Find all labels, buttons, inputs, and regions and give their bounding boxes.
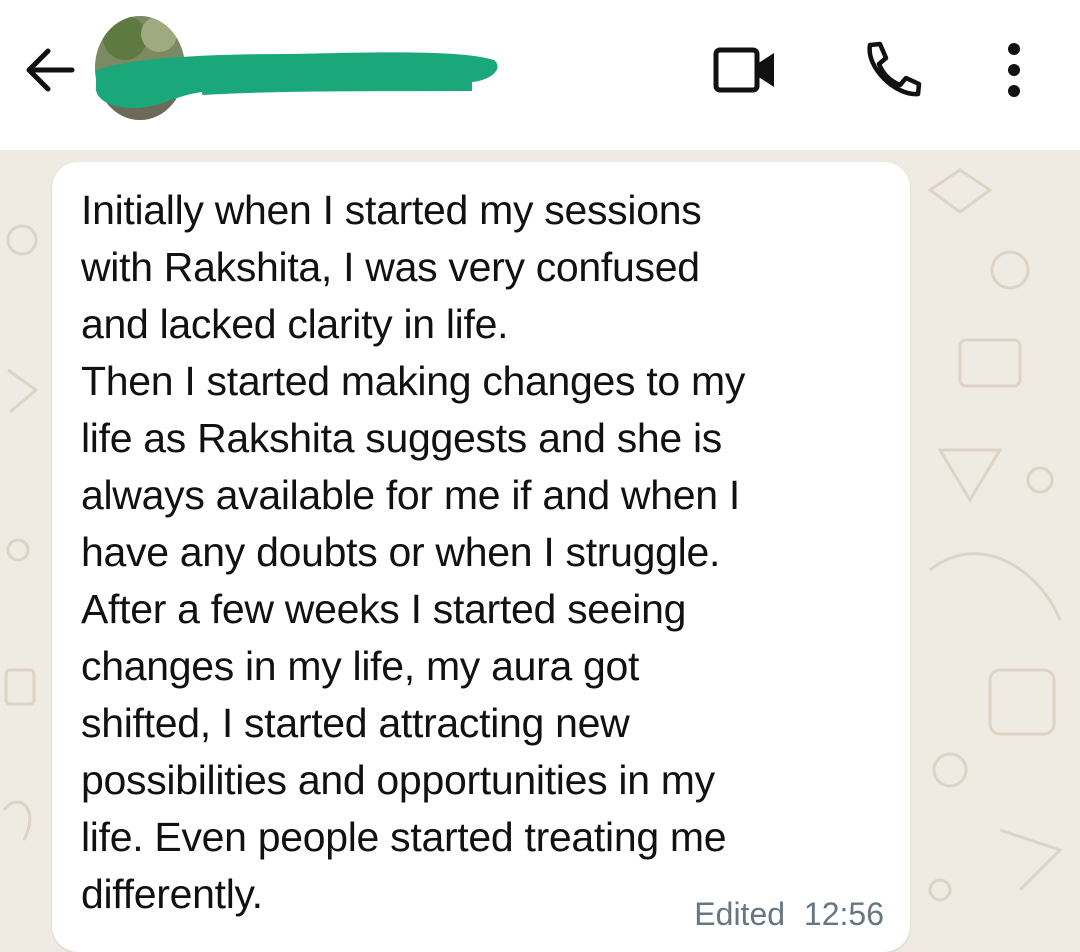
message-meta: Edited 12:56 [694,896,884,933]
back-button[interactable] [20,40,80,100]
redacted-contact-name[interactable] [92,46,502,112]
video-camera-icon [713,47,774,93]
chat-header [0,0,1080,150]
more-vert-icon [1008,43,1020,97]
message-text: Initially when I started my sessions wit… [81,187,746,917]
video-call-button[interactable] [712,38,782,102]
message-time: 12:56 [803,896,884,932]
voice-call-button[interactable] [856,38,926,102]
phone-icon [867,41,922,97]
edited-label: Edited [694,896,786,932]
arrow-left-icon [26,48,75,92]
more-options-button[interactable] [992,38,1036,102]
